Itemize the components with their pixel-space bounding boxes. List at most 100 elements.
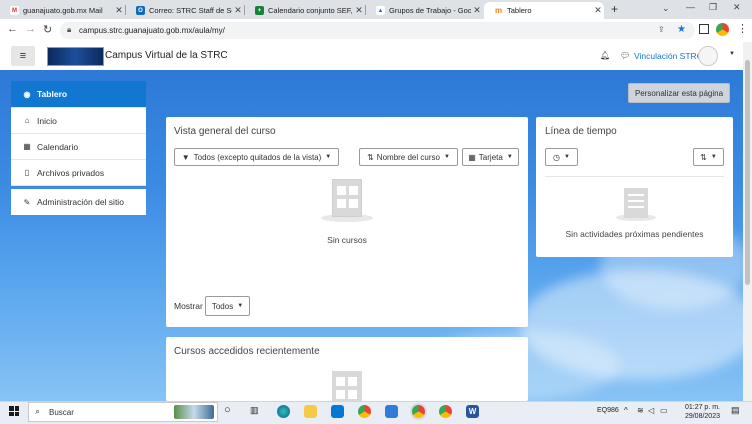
widgets-icon[interactable]: ▥: [250, 405, 259, 416]
chevron-down-icon: ▼: [325, 154, 332, 160]
calendar-icon: ▦: [23, 142, 31, 151]
chevron-down-icon: ▼: [237, 303, 244, 309]
close-icon[interactable]: ✕: [113, 5, 125, 16]
outlook-icon: O: [136, 6, 145, 15]
paging-dropdown[interactable]: Todos ▼: [205, 296, 250, 316]
user-avatar[interactable]: [698, 46, 718, 66]
close-icon[interactable]: ✕: [592, 5, 604, 16]
volume-icon[interactable]: ◁: [648, 406, 654, 415]
close-window-button[interactable]: ✕: [733, 2, 741, 13]
chrome-icon[interactable]: [358, 405, 371, 418]
address-bar[interactable]: 🔒︎ campus.strc.guanajuato.gob.mx/aula/my…: [60, 22, 695, 39]
keyboard-layout[interactable]: EQ986: [597, 407, 619, 414]
timeline-day-filter[interactable]: ◷ ▼: [545, 148, 578, 166]
sidebar-item-calendario[interactable]: ▦ Calendario: [11, 134, 146, 160]
sidebar-item-tablero[interactable]: ◉ Tablero: [11, 81, 146, 108]
home-icon: ⌂: [24, 116, 30, 125]
wifi-icon[interactable]: ≋: [637, 406, 644, 415]
notification-icon[interactable]: ▤: [731, 405, 740, 416]
sidebar-item-administracion[interactable]: ✎ Administración del sitio: [11, 189, 146, 215]
gmail-icon: M: [10, 6, 19, 15]
tab-search-icon[interactable]: ⌄: [662, 3, 670, 14]
browser-tab-tablero[interactable]: m Tablero ✕: [484, 2, 604, 19]
site-title[interactable]: Campus Virtual de la STRC: [105, 50, 228, 61]
no-courses-icon: [332, 371, 362, 401]
forward-icon[interactable]: →: [25, 23, 36, 35]
browser-tab-gmail[interactable]: M guanajuato.gob.mx Mail ✕: [0, 2, 125, 19]
chrome-profile-icon[interactable]: [412, 405, 425, 418]
no-activities-text: Sin actividades próximas pendientes: [565, 229, 704, 239]
battery-icon[interactable]: ▭: [660, 406, 668, 415]
site-logo[interactable]: [47, 47, 104, 66]
new-tab-button[interactable]: +: [611, 2, 618, 16]
edge-icon[interactable]: [277, 405, 290, 418]
scrollbar-thumb[interactable]: [745, 60, 750, 285]
grouping-filter-dropdown[interactable]: ▼ Todos (excepto quitados de la vista) ▼: [174, 148, 339, 166]
profile-avatar[interactable]: [716, 23, 729, 36]
restore-button[interactable]: ❐: [709, 2, 717, 13]
share-icon[interactable]: ⇪: [658, 25, 665, 34]
dashboard-icon: ◉: [23, 89, 31, 99]
divider: [545, 176, 724, 177]
no-activities-icon: [616, 187, 656, 223]
chevron-down-icon[interactable]: ▼: [729, 51, 735, 57]
close-icon[interactable]: ✕: [353, 5, 365, 16]
moodle-icon: m: [494, 6, 503, 15]
bookmark-star-icon[interactable]: ★: [677, 24, 686, 35]
back-icon[interactable]: ←: [7, 23, 18, 35]
reload-icon[interactable]: ↻: [43, 23, 52, 36]
user-menu-name[interactable]: Vinculación STRC: [634, 51, 703, 61]
chrome-icon[interactable]: [439, 405, 452, 418]
menu-kebab-icon[interactable]: ⋮: [737, 22, 748, 35]
browser-tab-calendar[interactable]: + Calendario conjunto SEF, SEA ✕: [245, 2, 365, 19]
sort-icon: ⇅: [700, 152, 707, 162]
sort-icon: ⇅: [367, 152, 374, 162]
recent-courses-card: Cursos accedidos recientemente: [166, 337, 528, 401]
grid-icon: ▦: [468, 152, 476, 162]
chevron-down-icon: ▼: [506, 154, 513, 160]
search-icon: ⌕: [35, 406, 41, 416]
chevron-down-icon: ▼: [564, 154, 570, 160]
tray-chevron-icon[interactable]: ^: [624, 406, 628, 415]
timeline-sort-dropdown[interactable]: ⇅ ▼: [693, 148, 724, 166]
close-icon[interactable]: ✕: [471, 5, 483, 16]
word-icon[interactable]: W: [466, 405, 479, 418]
chevron-down-icon: ▼: [710, 154, 717, 160]
taskbar-clock[interactable]: 01:27 p. m. 29/08/2023: [676, 403, 720, 421]
minimize-button[interactable]: —: [686, 2, 695, 12]
recent-courses-title: Cursos accedidos recientemente: [174, 346, 320, 357]
store-icon[interactable]: [331, 405, 344, 418]
chat-icon[interactable]: 💬︎: [620, 51, 630, 60]
wrench-icon: ✎: [23, 197, 31, 207]
file-explorer-icon[interactable]: [304, 405, 317, 418]
course-overview-title: Vista general del curso: [174, 126, 276, 137]
timeline-card: Línea de tiempo ◷ ▼ ⇅ ▼ Sin actividades …: [536, 117, 733, 257]
chevron-down-icon: ▼: [443, 154, 450, 160]
windows-start-icon[interactable]: [9, 406, 19, 416]
mail-icon[interactable]: [385, 405, 398, 418]
taskbar-search-box[interactable]: ⌕ Buscar: [28, 402, 218, 422]
customize-page-button[interactable]: Personalizar esta página: [628, 83, 730, 103]
sheets-icon: +: [255, 6, 264, 15]
sidebar-item-archivos[interactable]: ▯ Archivos privados: [11, 160, 146, 186]
browser-tab-drive[interactable]: ▲ Grupos de Trabajo - Google ✕: [366, 2, 483, 19]
drive-icon: ▲: [376, 6, 385, 15]
sidebar-item-inicio[interactable]: ⌂ Inicio: [11, 108, 146, 134]
file-icon: ▯: [24, 168, 30, 177]
hamburger-menu-button[interactable]: ≡: [11, 46, 35, 66]
course-overview-card: Vista general del curso ▼ Todos (excepto…: [166, 117, 528, 327]
filter-icon: ▼: [181, 152, 190, 162]
browser-tab-strip: M guanajuato.gob.mx Mail ✕ O Correo: STR…: [0, 0, 752, 19]
no-courses-text: Sin cursos: [327, 235, 367, 245]
task-view-icon[interactable]: ○: [224, 404, 231, 416]
bell-icon[interactable]: 🔔︎: [600, 51, 610, 60]
lock-icon: 🔒︎: [67, 25, 72, 34]
side-panel-icon[interactable]: [699, 24, 709, 34]
view-mode-dropdown[interactable]: ▦ Tarjeta ▼: [462, 148, 519, 166]
sort-dropdown[interactable]: ⇅ Nombre del curso ▼: [359, 148, 458, 166]
search-highlight-image: [174, 405, 214, 419]
browser-tab-outlook[interactable]: O Correo: STRC Staff de Secretar ✕: [126, 2, 244, 19]
clock-icon: ◷: [553, 152, 561, 162]
timeline-title: Línea de tiempo: [545, 126, 617, 137]
close-icon[interactable]: ✕: [232, 5, 244, 16]
